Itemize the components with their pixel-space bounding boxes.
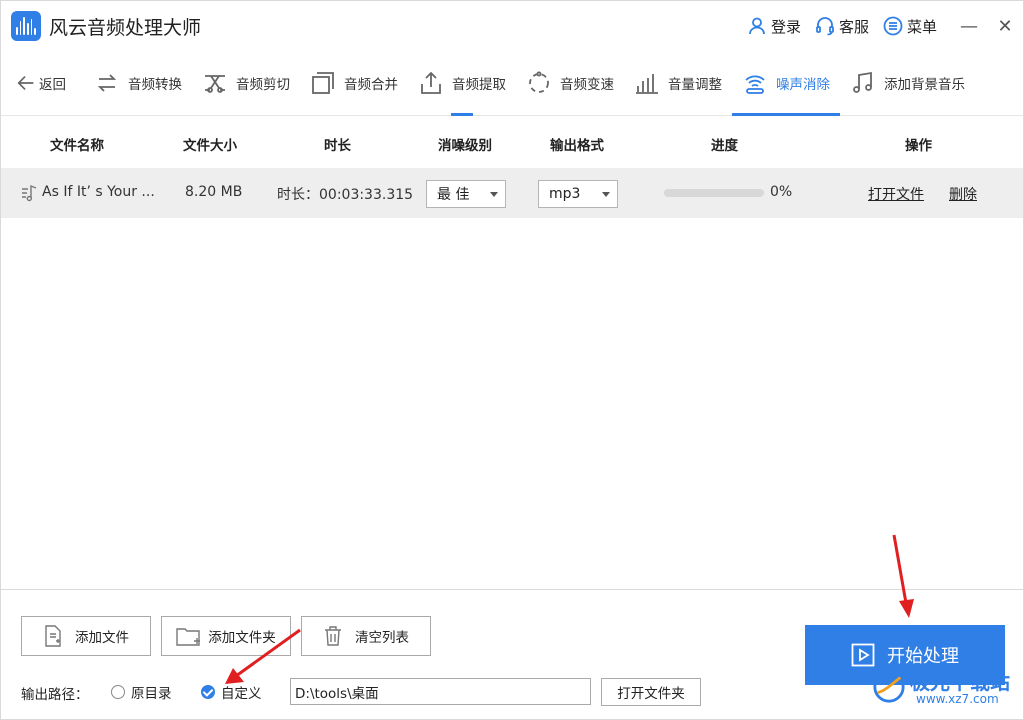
minimize-button[interactable]: —	[951, 8, 987, 44]
col-output-format: 输出格式	[550, 138, 604, 154]
chevron-down-icon	[602, 192, 610, 197]
menu-button[interactable]: 菜单	[883, 16, 937, 37]
file-size: 8.20 MB	[185, 184, 243, 200]
tool-volume-adjust[interactable]: 音量调整	[624, 50, 732, 116]
tool-audio-convert[interactable]: 音频转换	[84, 50, 192, 116]
add-file-button[interactable]: 添加文件	[21, 616, 151, 656]
volume-bars-icon	[636, 73, 658, 94]
col-noise-level: 消噪级别	[438, 138, 492, 154]
login-label: 登录	[770, 17, 801, 36]
watermark-logo-icon	[873, 671, 905, 703]
service-button[interactable]: 客服	[815, 16, 869, 37]
app-title: 风云音频处理大师	[49, 17, 202, 39]
tool-add-bgm[interactable]: 添加背景音乐	[840, 50, 975, 116]
tool-label: 音频剪切	[236, 76, 290, 93]
convert-icon	[97, 73, 117, 92]
col-progress: 进度	[711, 138, 738, 154]
tool-label: 音量调整	[668, 76, 722, 93]
watermark-url: www.xz7.com	[916, 692, 999, 706]
trash-icon	[325, 626, 341, 646]
scissors-icon	[205, 74, 225, 93]
tool-audio-merge[interactable]: 音频合并	[300, 50, 408, 116]
menu-icon	[883, 16, 903, 36]
file-table: 文件名称 文件大小 时长 消噪级别 输出格式 进度 操作 As If It’ s…	[0, 116, 1024, 590]
radio-original-label: 原目录	[131, 686, 172, 702]
watermark: 极光下载站 www.xz7.com	[872, 666, 1022, 716]
tool-label: 音频合并	[344, 76, 398, 93]
tool-label: 音频转换	[128, 76, 182, 93]
back-button[interactable]: 返回	[1, 50, 84, 116]
tool-label: 噪声消除	[776, 76, 830, 93]
menu-label: 菜单	[906, 17, 937, 36]
music-file-icon	[22, 184, 37, 202]
clear-list-label: 清空列表	[355, 630, 409, 646]
delete-link[interactable]: 删除	[949, 184, 977, 204]
start-processing-label: 开始处理	[887, 646, 959, 667]
file-duration: 时长：00:03:33.315	[277, 187, 414, 203]
chevron-down-icon	[490, 192, 498, 197]
music-note-icon	[853, 71, 872, 93]
app-logo-icon	[11, 11, 41, 41]
noise-wave-icon	[745, 75, 765, 94]
add-folder-icon	[176, 628, 201, 646]
progress-percent: 0%	[770, 184, 793, 200]
user-icon	[749, 17, 765, 35]
col-file-size: 文件大小	[183, 138, 237, 154]
output-format-value: mp3	[549, 186, 581, 202]
radio-custom-label: 自定义	[221, 686, 262, 702]
tool-audio-cut[interactable]: 音频剪切	[192, 50, 300, 116]
radio-checked-icon	[201, 685, 215, 699]
clear-list-button[interactable]: 清空列表	[301, 616, 431, 656]
add-file-label: 添加文件	[75, 630, 129, 646]
service-label: 客服	[838, 17, 869, 36]
headset-icon	[816, 17, 834, 36]
feature-toolbar: 返回 音频转换 音频剪切 音频合并 音频提取 音频变速 音量调整 噪声消除 添加…	[0, 50, 1024, 116]
open-file-link[interactable]: 打开文件	[868, 184, 924, 204]
upload-icon	[421, 71, 441, 94]
tool-noise-removal[interactable]: 噪声消除	[732, 50, 840, 116]
watermark-name: 极光下载站	[910, 670, 1010, 694]
file-name: As If It’ s Your ...	[42, 184, 155, 200]
col-duration: 时长	[324, 138, 351, 154]
noise-level-value: 最 佳	[437, 187, 470, 203]
tool-label: 音频变速	[560, 76, 614, 93]
output-path-label: 输出路径：	[21, 687, 89, 703]
table-header: 文件名称 文件大小 时长 消噪级别 输出格式 进度 操作	[1, 116, 1023, 168]
radio-custom-dir[interactable]: 自定义	[201, 682, 262, 702]
noise-level-select[interactable]: 最 佳	[426, 180, 506, 208]
speed-icon	[529, 71, 549, 93]
radio-unchecked-icon	[111, 685, 125, 699]
back-label: 返回	[39, 76, 66, 93]
back-arrow-icon	[17, 75, 34, 90]
add-folder-button[interactable]: 添加文件夹	[161, 616, 291, 656]
col-file-name: 文件名称	[50, 138, 104, 154]
progress-bar	[664, 189, 764, 197]
title-bar: 风云音频处理大师 登录 客服 菜单 — ✕	[0, 0, 1024, 50]
tool-label: 添加背景音乐	[884, 76, 965, 93]
output-format-select[interactable]: mp3	[538, 180, 618, 208]
table-row[interactable]: As If It’ s Your ... 8.20 MB 时长：00:03:33…	[1, 168, 1023, 218]
tool-audio-speed[interactable]: 音频变速	[516, 50, 624, 116]
open-folder-button[interactable]: 打开文件夹	[601, 678, 701, 706]
merge-icon	[312, 71, 334, 94]
radio-original-dir[interactable]: 原目录	[111, 682, 172, 702]
add-file-icon	[45, 625, 61, 647]
col-actions: 操作	[905, 138, 932, 154]
output-path-input[interactable]	[290, 678, 591, 705]
bottom-panel: 添加文件 添加文件夹 清空列表 输出路径： 原目录 自定义 打开文件夹 开始处理	[0, 590, 1024, 720]
login-button[interactable]: 登录	[747, 16, 801, 37]
play-icon	[851, 643, 875, 667]
tool-label: 音频提取	[452, 76, 506, 93]
close-button[interactable]: ✕	[987, 8, 1023, 44]
tool-audio-extract[interactable]: 音频提取	[408, 50, 516, 116]
add-folder-label: 添加文件夹	[208, 630, 276, 646]
